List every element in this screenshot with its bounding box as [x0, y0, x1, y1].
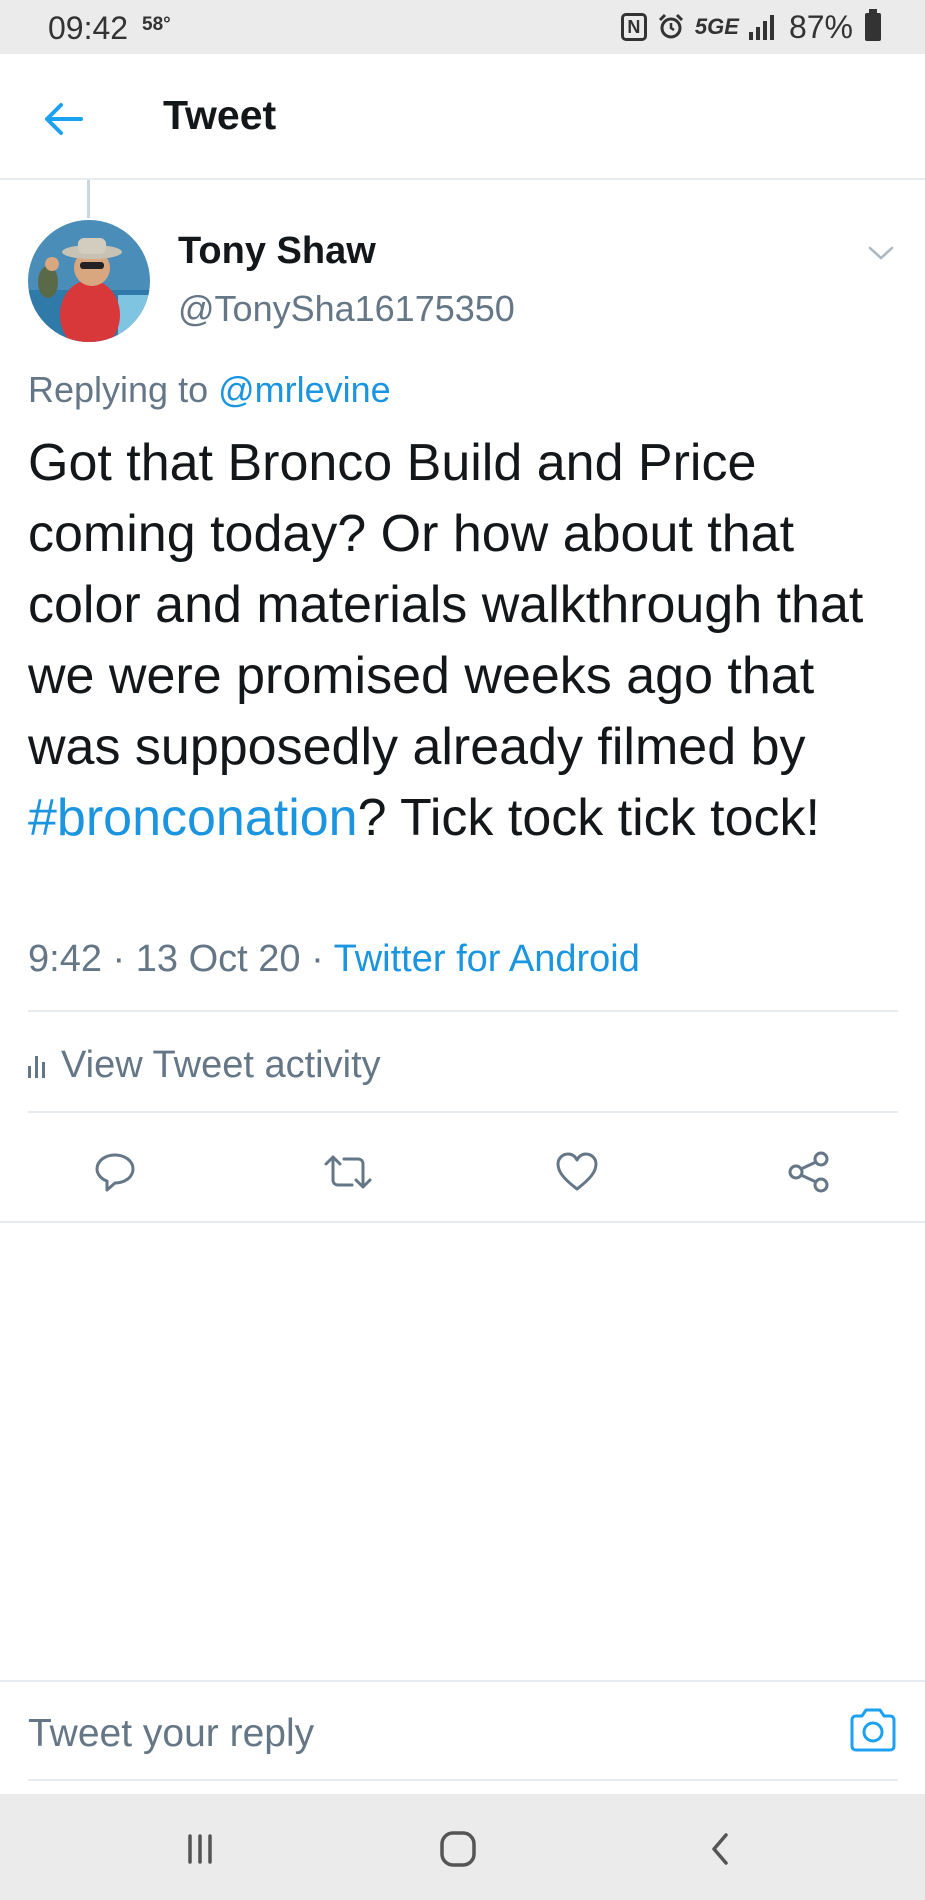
signal-icon [748, 14, 779, 40]
tweet-date: 13 Oct 20 [135, 938, 301, 980]
view-tweet-activity-button[interactable]: View Tweet activity [28, 1037, 381, 1093]
activity-label: View Tweet activity [61, 1043, 381, 1086]
avatar[interactable] [28, 220, 150, 342]
recent-apps-button[interactable] [170, 1824, 230, 1874]
back-button[interactable] [38, 94, 88, 144]
tweet-actions [0, 1122, 925, 1222]
share-button[interactable] [779, 1144, 839, 1200]
status-bar: 09:42 58° N 5GE 87% [0, 0, 925, 54]
divider [28, 1010, 898, 1012]
chevron-down-icon[interactable] [861, 238, 901, 268]
app-header: Tweet [0, 54, 925, 180]
analytics-icon [28, 1052, 45, 1078]
divider [28, 1111, 898, 1113]
battery-percent: 87% [788, 8, 853, 45]
recent-apps-icon [188, 1834, 212, 1864]
retweet-button[interactable] [318, 1144, 378, 1200]
retweet-icon [324, 1155, 372, 1189]
tweet-text: Got that Bronco Build and Price coming t… [28, 428, 908, 854]
meta-separator: · [101, 938, 136, 980]
back-nav-button[interactable] [690, 1824, 750, 1874]
tweet-meta: 9:42 · 13 Oct 20 · Twitter for Android [28, 938, 640, 981]
arrow-left-icon [45, 103, 83, 135]
nfc-icon: N [620, 13, 647, 41]
reply-input[interactable] [28, 1704, 808, 1764]
replying-prefix: Replying to [28, 369, 219, 410]
reply-button[interactable] [85, 1144, 145, 1200]
like-button[interactable] [547, 1144, 607, 1200]
alarm-icon [658, 13, 683, 39]
heart-icon [556, 1152, 598, 1191]
author-handle[interactable]: @TonySha16175350 [178, 288, 515, 330]
system-nav-bar [0, 1794, 925, 1900]
tweet-text-tail: ? Tick tock tick tock! [357, 789, 820, 847]
hashtag-link[interactable]: #bronconation [28, 789, 358, 847]
home-icon [440, 1831, 476, 1867]
home-button[interactable] [428, 1824, 488, 1874]
meta-separator: · [300, 938, 334, 980]
tweet-text-body: Got that Bronco Build and Price coming t… [28, 434, 864, 776]
status-time: 09:42 [48, 10, 129, 46]
page-title: Tweet [163, 92, 277, 138]
replying-to-link[interactable]: @mrlevine [218, 369, 391, 410]
share-icon [788, 1151, 829, 1193]
thread-connector [87, 180, 90, 218]
status-icons: N 5GE 87% [620, 8, 881, 46]
author-name[interactable]: Tony Shaw [178, 230, 376, 273]
camera-icon[interactable] [847, 1706, 899, 1754]
reply-underline [28, 1779, 898, 1781]
network-type: 5GE [694, 14, 739, 39]
replying-to-line: Replying to @mrlevine [28, 369, 391, 411]
section-divider [0, 1221, 925, 1223]
status-temperature: 58° [142, 14, 171, 35]
chevron-left-icon [712, 1833, 728, 1865]
reply-icon [95, 1153, 135, 1192]
profile-photo [28, 220, 150, 342]
battery-icon [865, 9, 881, 41]
reply-bar [0, 1680, 925, 1794]
tweet-time: 9:42 [28, 938, 102, 980]
tweet-source-link[interactable]: Twitter for Android [334, 938, 640, 980]
